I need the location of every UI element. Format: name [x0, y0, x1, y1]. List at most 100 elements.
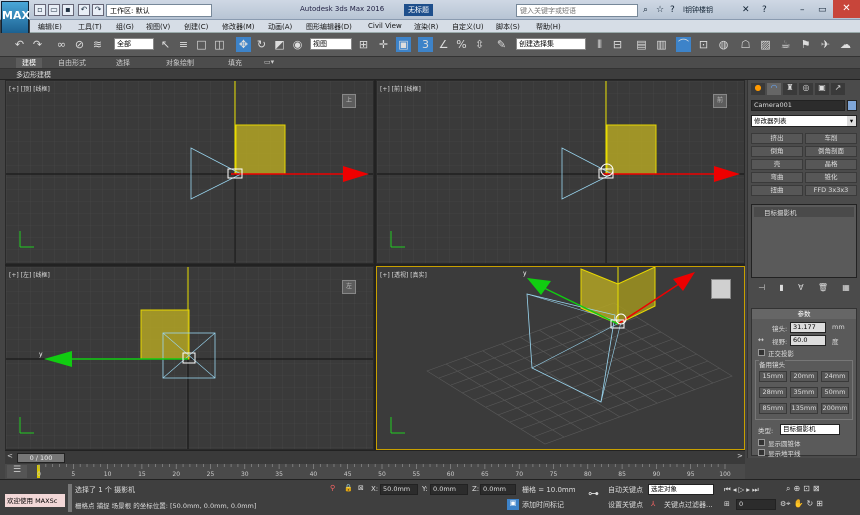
rect-selection-icon[interactable]: □	[194, 37, 209, 52]
mirror-icon[interactable]: ⫴	[592, 37, 607, 52]
object-name-field[interactable]: Camera001	[751, 100, 845, 111]
fov-field[interactable]: 60.0	[790, 335, 826, 346]
selection-filter-dropdown[interactable]: 全部	[114, 38, 154, 50]
place-icon[interactable]: ◉	[290, 37, 305, 52]
move-icon[interactable]: ✥	[236, 37, 251, 52]
tab-selection[interactable]: 选择	[110, 58, 136, 68]
display-tab-icon[interactable]: ▣	[815, 83, 829, 95]
playback-controls[interactable]: ⏮◂▷▸⏭	[724, 485, 761, 495]
workspace-dropdown[interactable]: 工作区: 默认	[106, 4, 212, 17]
make-unique-icon[interactable]: ∀	[798, 283, 803, 295]
mini-curve-editor-icon[interactable]: ☰	[7, 465, 27, 478]
time-slider-prev-icon[interactable]: <	[7, 452, 13, 460]
viewport-label-perspective[interactable]: [+] [透视] [真实]	[380, 270, 427, 279]
camera-type-dropdown[interactable]: 目标摄影机	[780, 424, 840, 435]
app-logo[interactable]: MAX	[1, 1, 30, 35]
help-icon[interactable]: ?	[670, 5, 675, 15]
tab-populate[interactable]: 填充	[222, 58, 248, 68]
lattice-button[interactable]: 晶格	[805, 159, 857, 170]
configure-sets-icon[interactable]: ▦	[842, 283, 850, 295]
menu-create[interactable]: 创建(C)	[184, 22, 208, 32]
rollout-title[interactable]: 参数	[752, 309, 856, 319]
show-cone-checkbox[interactable]	[758, 439, 765, 446]
viewport-perspective[interactable]: [+] [透视] [真实] y	[376, 266, 745, 450]
user-account[interactable]: l钥钟楼钥	[683, 5, 713, 15]
viewcube-perspective[interactable]	[711, 279, 731, 299]
open-icon[interactable]: ▭	[48, 4, 60, 16]
modifier-stack[interactable]: 目标摄影机	[751, 204, 857, 278]
scale-icon[interactable]: ◩	[272, 37, 287, 52]
motion-tab-icon[interactable]: ◎	[799, 83, 813, 95]
unlink-icon[interactable]: ⊘	[72, 37, 87, 52]
create-tab-icon[interactable]: ●	[751, 83, 765, 95]
rotate-icon[interactable]: ↻	[254, 37, 269, 52]
lens-135mm-button[interactable]: 135mm	[790, 403, 818, 414]
viewport-label-top[interactable]: [+] [顶] [线框]	[9, 84, 50, 93]
key-icon[interactable]: ⊶	[588, 487, 599, 500]
polygon-modeling-label[interactable]: 多边形建模	[16, 70, 51, 80]
keyboard-shortcut-icon[interactable]: ▣	[396, 37, 411, 52]
ortho-checkbox[interactable]	[758, 349, 765, 356]
search-input[interactable]: 键入关键字或短语	[516, 4, 638, 17]
auto-key-button[interactable]: 自动关键点	[608, 485, 643, 495]
named-selection-dropdown[interactable]: 创建选择集	[516, 38, 586, 50]
menu-customize[interactable]: 自定义(U)	[452, 22, 484, 32]
star-icon[interactable]: ☆	[656, 5, 664, 15]
schematic-view-icon[interactable]: ⊡	[696, 37, 711, 52]
search-icon[interactable]: ⌕	[643, 5, 648, 15]
close-window-icon[interactable]: ✕	[833, 0, 860, 18]
select-by-name-icon[interactable]: ≡	[176, 37, 191, 52]
twist-button[interactable]: 扭曲	[751, 185, 803, 196]
bind-spacewarp-icon[interactable]: ≋	[90, 37, 105, 52]
lens-20mm-button[interactable]: 20mm	[790, 371, 818, 382]
lathe-button[interactable]: 车削	[805, 133, 857, 144]
spinner-snap-icon[interactable]: ⇳	[472, 37, 487, 52]
menu-views[interactable]: 视图(V)	[146, 22, 170, 32]
angle-snap-icon[interactable]: ∠	[436, 37, 451, 52]
key-filter-icon[interactable]: ⅄	[651, 500, 655, 508]
render-a360-icon[interactable]: ☁	[838, 37, 853, 52]
tab-object-paint[interactable]: 对象绘制	[160, 58, 200, 68]
redo-icon[interactable]: ↷	[30, 37, 45, 52]
select-object-icon[interactable]: ↖	[158, 37, 173, 52]
pivot-icon[interactable]: ⊞	[356, 37, 371, 52]
undo-icon[interactable]: ↶	[12, 37, 27, 52]
absolute-mode-icon[interactable]: ⊠	[358, 484, 364, 492]
lens-15mm-button[interactable]: 15mm	[759, 371, 787, 382]
track-bar[interactable]: ☰ 0 5 10 15 20 25 30 35 40 45 50 55 60 65 70 75 80 85 90 95…	[5, 464, 745, 479]
time-slider[interactable]: 0 / 100	[17, 453, 65, 463]
lens-50mm-button[interactable]: 50mm	[821, 387, 849, 398]
menu-group[interactable]: 组(G)	[116, 22, 134, 32]
menu-scripting[interactable]: 脚本(S)	[496, 22, 520, 32]
layer-explorer-icon[interactable]: ▤	[634, 37, 649, 52]
undo-icon[interactable]: ↶	[78, 4, 90, 16]
show-end-result-icon[interactable]: ▮	[779, 283, 783, 295]
toggle-ribbon-icon[interactable]: ▥	[654, 37, 669, 52]
shell-button[interactable]: 壳	[751, 159, 803, 170]
lens-24mm-button[interactable]: 24mm	[821, 371, 849, 382]
redo-icon[interactable]: ↷	[92, 4, 104, 16]
new-icon[interactable]: ▫	[34, 4, 46, 16]
bend-button[interactable]: 弯曲	[751, 172, 803, 183]
select-manipulate-icon[interactable]: ✛	[376, 37, 391, 52]
lens-28mm-button[interactable]: 28mm	[759, 387, 787, 398]
fov-direction-icon[interactable]: ↔	[758, 336, 764, 344]
tab-modeling[interactable]: 建模	[16, 58, 42, 68]
stack-item[interactable]: 目标摄影机	[754, 207, 854, 217]
viewport-front[interactable]: [+] [前] [线框] 前	[376, 80, 745, 264]
modifier-list-dropdown[interactable]: 修改器列表 ▾	[751, 115, 857, 127]
render-setup-icon[interactable]: ☖	[738, 37, 753, 52]
link-icon[interactable]: ∞	[54, 37, 69, 52]
snap-toggle-icon[interactable]: 3	[418, 37, 433, 52]
lens-field[interactable]: 31.177	[790, 322, 826, 333]
close-app-icon[interactable]: ✕	[742, 5, 750, 15]
save-icon[interactable]: ▪	[62, 4, 74, 16]
utilities-tab-icon[interactable]: ↗	[831, 83, 845, 95]
material-editor-icon[interactable]: ◍	[716, 37, 731, 52]
menu-modifiers[interactable]: 修改器(M)	[222, 22, 255, 32]
viewport-label-front[interactable]: [+] [前] [线框]	[380, 84, 421, 93]
menu-animation[interactable]: 动画(A)	[268, 22, 292, 32]
viewport-left[interactable]: [+] [左] [线框] y 左	[5, 266, 374, 450]
key-mode-dropdown[interactable]: 选定对象	[648, 484, 714, 495]
lock-selection-icon[interactable]: 🔒	[344, 484, 353, 492]
